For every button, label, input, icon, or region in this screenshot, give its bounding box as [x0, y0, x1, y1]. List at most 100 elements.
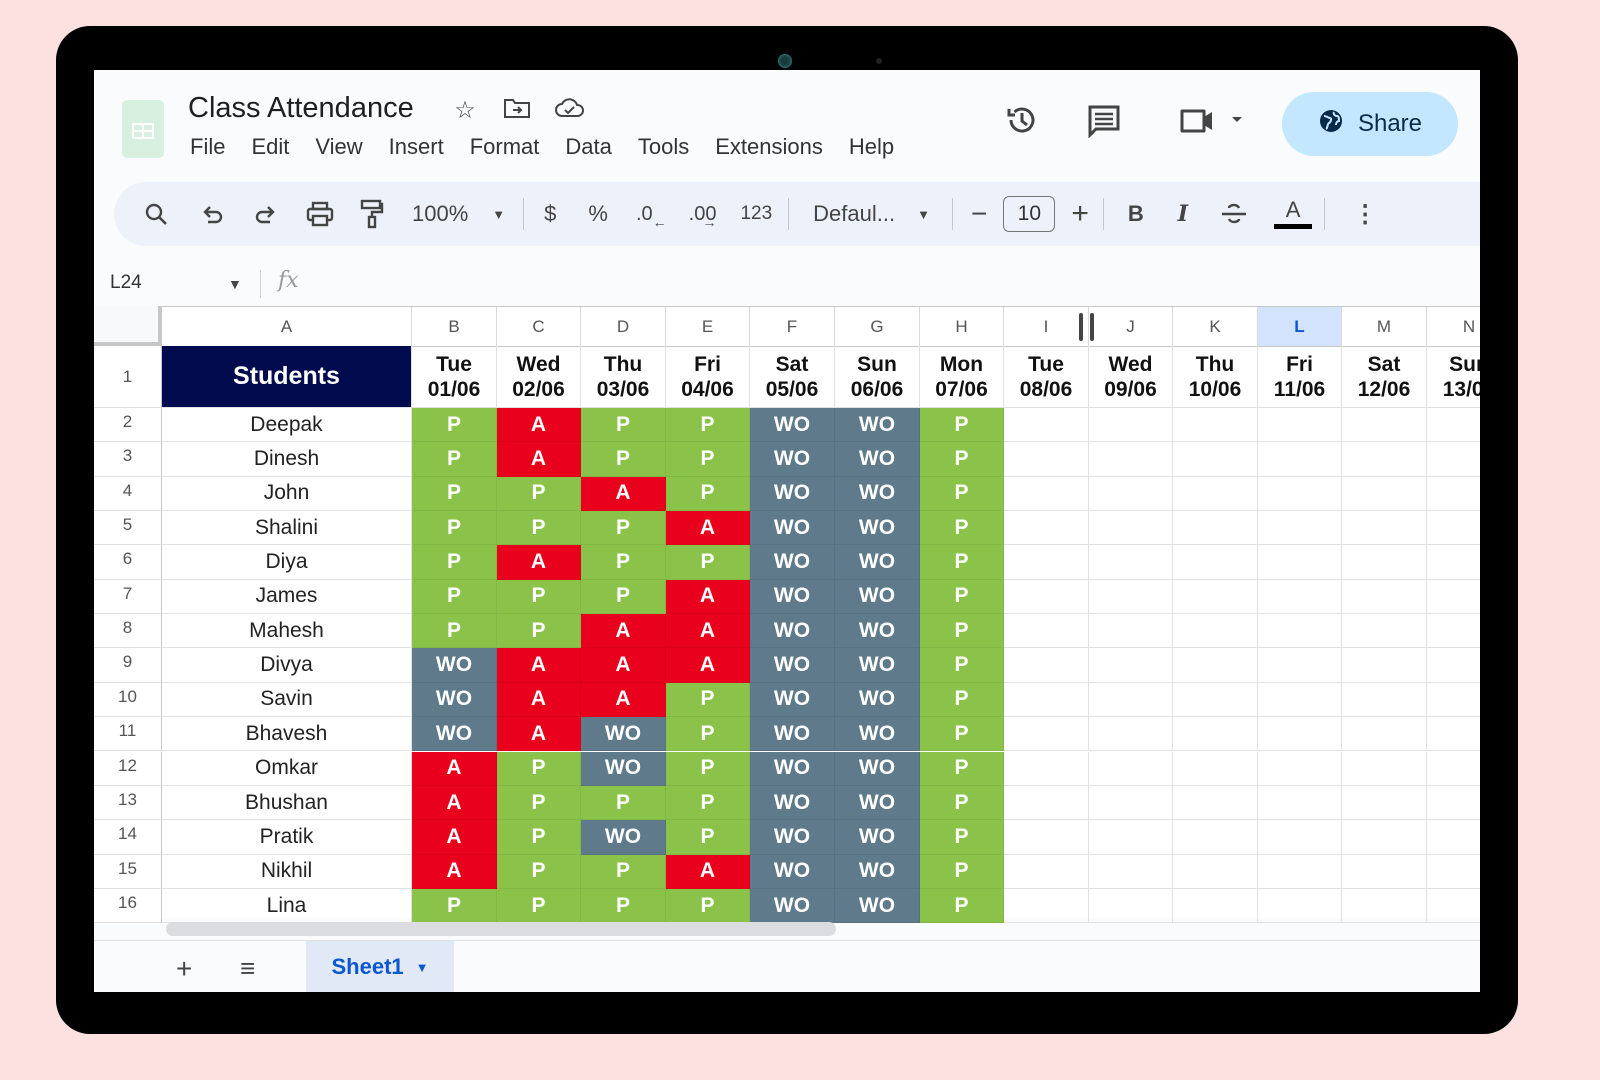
- attendance-cell[interactable]: P: [497, 614, 581, 649]
- attendance-cell[interactable]: A: [412, 820, 497, 855]
- font-family-select[interactable]: Defaul...: [813, 201, 895, 227]
- empty-cell[interactable]: [1089, 579, 1173, 615]
- attendance-cell[interactable]: P: [412, 614, 497, 649]
- attendance-cell[interactable]: A: [666, 579, 750, 615]
- menu-file[interactable]: File: [190, 134, 225, 160]
- attendance-cell[interactable]: A: [497, 408, 581, 443]
- undo-icon[interactable]: [202, 203, 224, 225]
- empty-cell[interactable]: [1342, 682, 1427, 718]
- column-header-i[interactable]: I: [1004, 307, 1089, 347]
- menu-help[interactable]: Help: [849, 134, 894, 160]
- empty-cell[interactable]: [1089, 511, 1173, 546]
- column-header-b[interactable]: B: [412, 307, 497, 347]
- empty-cell[interactable]: [1004, 511, 1089, 546]
- attendance-cell[interactable]: WO: [835, 854, 920, 889]
- student-name-cell[interactable]: Dinesh: [162, 442, 412, 477]
- empty-cell[interactable]: [1004, 648, 1089, 683]
- attendance-cell[interactable]: P: [412, 408, 497, 443]
- date-header-cell[interactable]: Fri 04/06: [666, 346, 750, 408]
- row-header[interactable]: 6: [94, 545, 162, 580]
- attendance-cell[interactable]: WO: [750, 682, 835, 718]
- empty-cell[interactable]: [1173, 888, 1258, 924]
- empty-cell[interactable]: [1173, 820, 1258, 855]
- date-header-cell[interactable]: Tue 08/06: [1004, 346, 1089, 408]
- empty-cell[interactable]: [1089, 785, 1173, 821]
- attendance-cell[interactable]: WO: [835, 785, 920, 821]
- attendance-cell[interactable]: WO: [835, 511, 920, 546]
- attendance-cell[interactable]: WO: [750, 717, 835, 752]
- empty-cell[interactable]: [1342, 614, 1427, 649]
- row-header[interactable]: 5: [94, 511, 162, 546]
- date-header-cell[interactable]: Tue 01/06: [412, 346, 497, 408]
- date-header-cell[interactable]: Sat 05/06: [750, 346, 835, 408]
- attendance-cell[interactable]: WO: [750, 648, 835, 683]
- empty-cell[interactable]: [1427, 477, 1480, 512]
- date-header-cell[interactable]: Sun13/06: [1427, 346, 1480, 408]
- empty-cell[interactable]: [1089, 408, 1173, 443]
- attendance-cell[interactable]: WO: [750, 888, 835, 924]
- student-name-cell[interactable]: Bhavesh: [162, 717, 412, 752]
- empty-cell[interactable]: [1004, 579, 1089, 615]
- attendance-cell[interactable]: P: [581, 888, 666, 924]
- attendance-cell[interactable]: WO: [412, 648, 497, 683]
- sheet-tab-dropdown-icon[interactable]: ▼: [416, 960, 429, 975]
- empty-cell[interactable]: [1342, 442, 1427, 477]
- attendance-cell[interactable]: P: [920, 476, 1004, 512]
- redo-icon[interactable]: [254, 203, 276, 225]
- attendance-cell[interactable]: P: [497, 579, 581, 615]
- empty-cell[interactable]: [1004, 682, 1089, 718]
- attendance-cell[interactable]: WO: [835, 614, 920, 649]
- attendance-cell[interactable]: A: [497, 442, 581, 477]
- meet-video-icon[interactable]: [1176, 102, 1246, 138]
- attendance-cell[interactable]: P: [920, 442, 1004, 477]
- name-box[interactable]: L24: [110, 272, 142, 294]
- empty-cell[interactable]: [1427, 614, 1480, 649]
- empty-cell[interactable]: [1342, 476, 1427, 512]
- date-header-cell[interactable]: Thu 03/06: [581, 346, 666, 408]
- empty-cell[interactable]: [1427, 855, 1480, 889]
- menu-tools[interactable]: Tools: [638, 134, 689, 160]
- empty-cell[interactable]: [1342, 888, 1427, 924]
- empty-cell[interactable]: [1173, 579, 1258, 615]
- menu-data[interactable]: Data: [565, 134, 611, 160]
- decrease-decimal-button[interactable]: .0 ←: [636, 203, 667, 231]
- empty-cell[interactable]: [1258, 682, 1342, 718]
- attendance-cell[interactable]: P: [666, 888, 750, 924]
- empty-cell[interactable]: [1258, 751, 1342, 786]
- empty-cell[interactable]: [1342, 408, 1427, 443]
- attendance-cell[interactable]: WO: [581, 820, 666, 855]
- empty-cell[interactable]: [1089, 614, 1173, 649]
- column-header-k[interactable]: K: [1173, 307, 1258, 347]
- more-options-icon[interactable]: ⋮: [1353, 200, 1377, 229]
- date-header-cell[interactable]: Sat 12/06: [1342, 346, 1427, 408]
- attendance-cell[interactable]: WO: [750, 820, 835, 855]
- empty-cell[interactable]: [1258, 888, 1342, 924]
- student-name-cell[interactable]: Mahesh: [162, 614, 412, 649]
- strikethrough-icon[interactable]: [1220, 202, 1248, 226]
- attendance-cell[interactable]: WO: [750, 476, 835, 512]
- attendance-cell[interactable]: A: [666, 854, 750, 889]
- date-header-cell[interactable]: Wed 02/06: [497, 346, 581, 408]
- row-header[interactable]: 9: [94, 648, 162, 683]
- empty-cell[interactable]: [1342, 545, 1427, 580]
- empty-cell[interactable]: [1089, 648, 1173, 683]
- attendance-cell[interactable]: P: [666, 751, 750, 786]
- empty-cell[interactable]: [1258, 785, 1342, 821]
- row-header-1[interactable]: 1: [94, 346, 162, 408]
- attendance-cell[interactable]: A: [581, 614, 666, 649]
- column-header-e[interactable]: E: [666, 307, 750, 347]
- attendance-cell[interactable]: WO: [750, 545, 835, 580]
- empty-cell[interactable]: [1427, 717, 1480, 752]
- attendance-cell[interactable]: P: [920, 648, 1004, 683]
- empty-cell[interactable]: [1173, 717, 1258, 752]
- student-name-cell[interactable]: James: [162, 579, 412, 615]
- attendance-cell[interactable]: P: [666, 545, 750, 580]
- empty-cell[interactable]: [1342, 579, 1427, 615]
- attendance-cell[interactable]: P: [920, 751, 1004, 786]
- empty-cell[interactable]: [1427, 442, 1480, 477]
- date-header-cell[interactable]: Sun 06/06: [835, 346, 920, 408]
- empty-cell[interactable]: [1427, 545, 1480, 580]
- menu-insert[interactable]: Insert: [389, 134, 444, 160]
- attendance-cell[interactable]: WO: [835, 717, 920, 752]
- font-size-input[interactable]: 10: [1003, 196, 1056, 232]
